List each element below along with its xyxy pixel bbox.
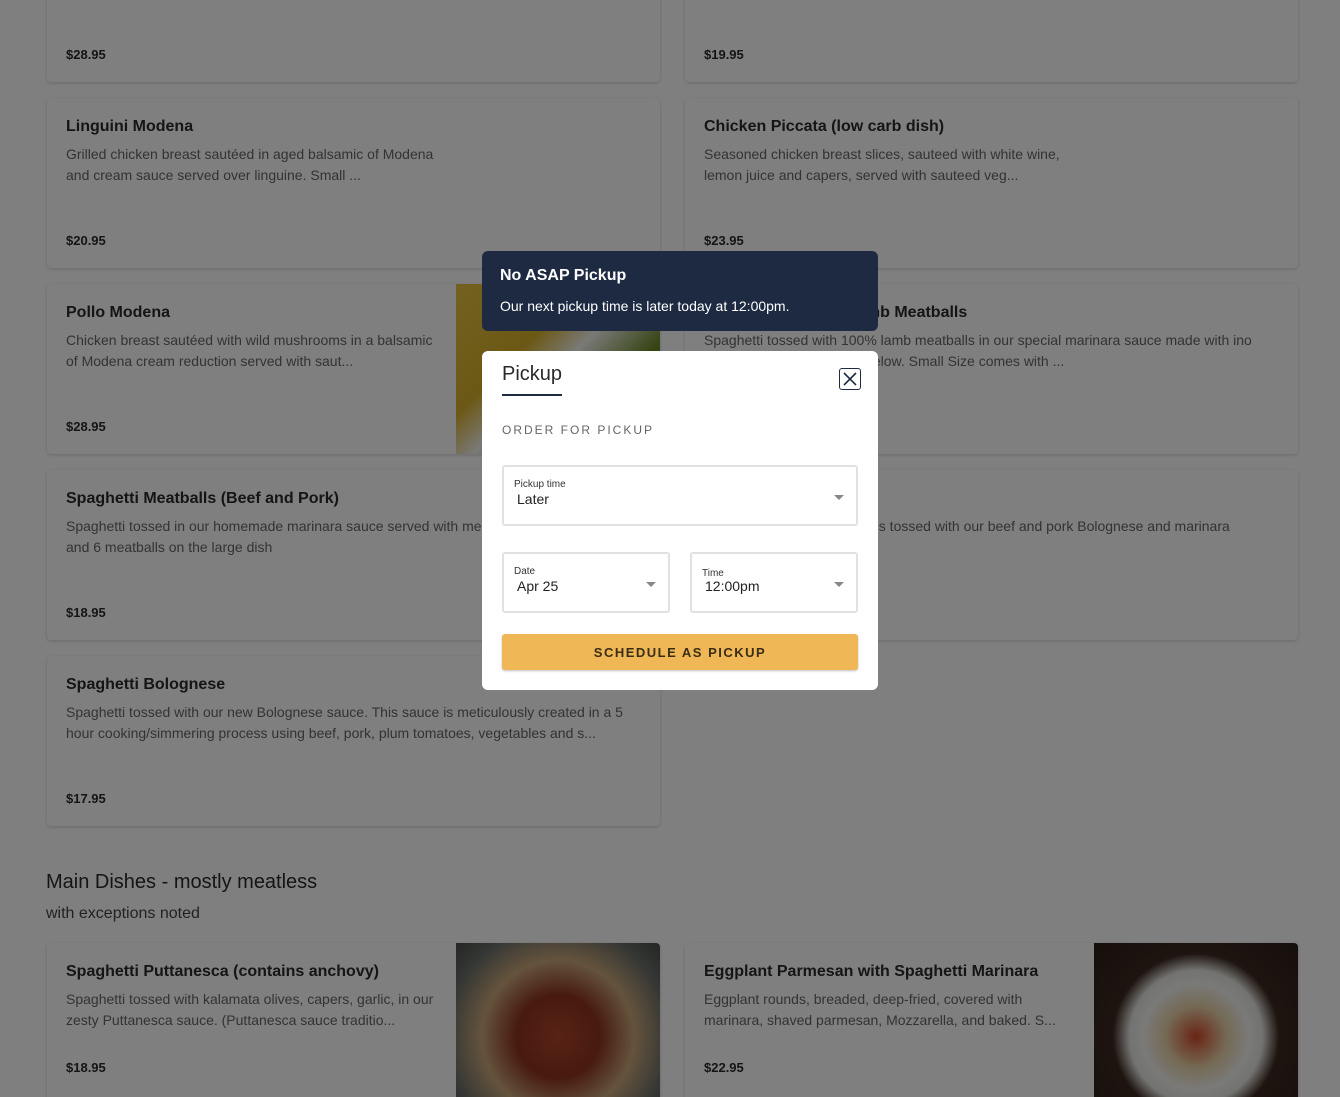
schedule-as-pickup-button[interactable]: SCHEDULE AS PICKUP [502,634,858,670]
pickup-time-label: Pickup time [514,479,566,490]
pickup-modal: Pickup ORDER FOR PICKUP Pickup time Late… [482,351,878,690]
time-value: 12:00pm [705,578,760,594]
pickup-time-value: Later [517,491,549,507]
time-select[interactable]: Time 12:00pm [690,552,858,613]
close-button[interactable] [839,368,861,390]
chevron-down-icon [834,495,844,500]
date-label: Date [514,566,536,577]
modal-title: Pickup [502,363,563,396]
toast-title: No ASAP Pickup [500,267,627,284]
date-select[interactable]: Date Apr 25 [502,552,670,613]
date-value: Apr 25 [517,578,559,594]
order-for-pickup-label: ORDER FOR PICKUP [502,423,655,437]
close-icon [843,372,857,386]
chevron-down-icon [834,582,844,587]
toast-message: Our next pickup time is later today at 1… [500,298,790,314]
pickup-time-select[interactable]: Pickup time Later [502,465,858,526]
chevron-down-icon [646,582,656,587]
no-asap-pickup-toast: No ASAP Pickup Our next pickup time is l… [482,251,878,331]
